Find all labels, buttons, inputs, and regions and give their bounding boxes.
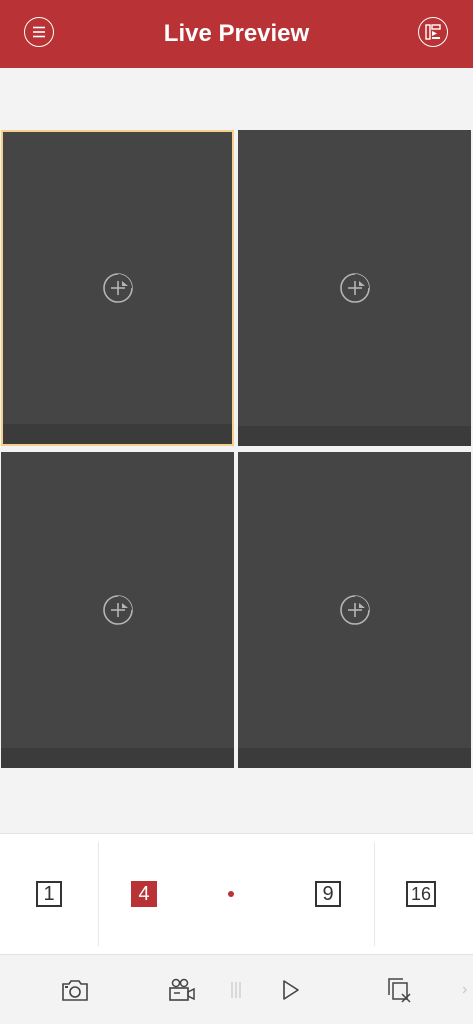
play-icon [283,980,299,1000]
add-camera-icon[interactable] [339,594,371,626]
chevron-right-icon[interactable]: › [462,981,467,999]
split-1-button[interactable]: 1 [0,834,98,954]
capture-button[interactable] [60,975,90,1005]
video-window-3[interactable] [1,452,234,768]
camera-icon [62,980,88,1001]
drag-handle-icon[interactable] [230,981,242,999]
video-window-2[interactable] [238,130,471,446]
add-camera-icon[interactable] [102,272,134,304]
close-all-icon [388,978,411,1003]
split-16-button[interactable]: 16 [374,834,468,954]
video-window-1[interactable] [1,130,234,446]
app-header: Live Preview [0,0,473,68]
video-grid [0,130,473,770]
window-status-bar [1,748,234,768]
page-dot [228,891,234,897]
split-9-button[interactable]: 9 [282,834,374,954]
split-1-label: 1 [36,881,62,907]
split-16-label: 16 [406,881,436,907]
add-camera-icon[interactable] [339,272,371,304]
page-indicator [190,834,272,954]
window-status-bar [238,748,471,768]
record-video-icon [169,978,195,1001]
window-split-selector: 1 4 9 16 [0,833,473,955]
window-status-bar [3,424,232,444]
bottom-toolbar: › [0,955,473,1024]
play-button[interactable] [276,975,306,1005]
record-button[interactable] [167,975,197,1005]
split-9-label: 9 [315,881,341,907]
split-4-button[interactable]: 4 [98,834,190,954]
close-all-button[interactable] [384,975,414,1005]
device-list-icon [425,24,441,40]
device-list-button[interactable] [418,17,448,47]
page-title: Live Preview [163,20,310,47]
split-4-label: 4 [131,881,157,907]
video-window-4[interactable] [238,452,471,768]
add-camera-icon[interactable] [102,594,134,626]
window-status-bar [238,426,471,446]
